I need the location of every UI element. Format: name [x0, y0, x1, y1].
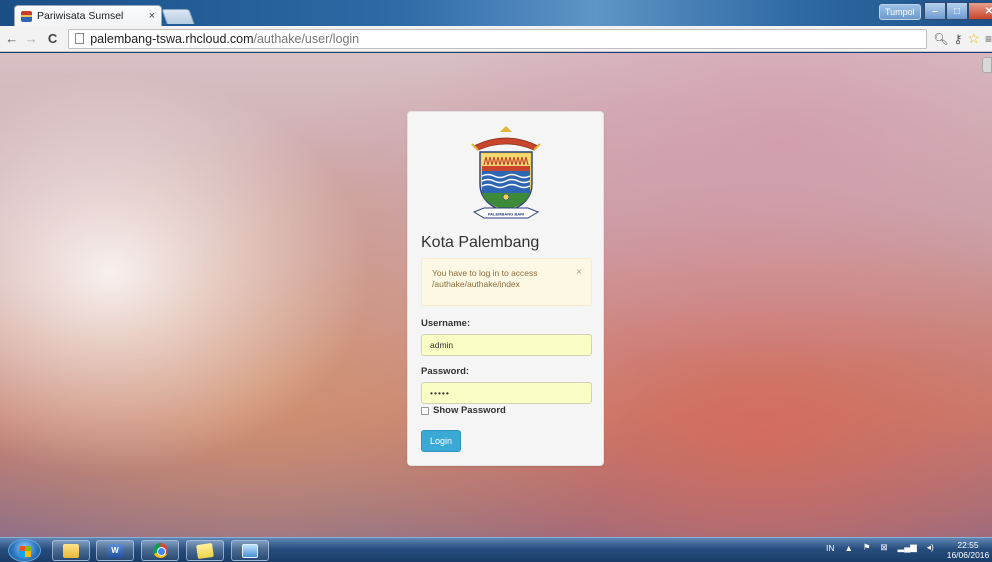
login-panel: PALEMBANG BARI Kota Palembang You have t…	[407, 111, 604, 466]
show-password-label: Show Password	[433, 405, 506, 416]
volume-icon[interactable]: ◂)	[927, 542, 934, 553]
clock-time: 22:55	[957, 540, 979, 550]
url-text: palembang-tswa.rhcloud.com/authake/user/…	[90, 32, 359, 46]
start-button[interactable]	[8, 539, 41, 562]
taskbar-sticky-notes[interactable]	[186, 540, 224, 561]
toolbar-icons: 🔍︎ ⚷ ☆ ≡	[933, 30, 992, 47]
clock-date: 16/06/2016	[946, 550, 990, 560]
profile-badge[interactable]: Tumpol	[879, 4, 921, 20]
browser-tab[interactable]: Pariwisata Sumsel ×	[14, 5, 162, 26]
network-error-icon[interactable]: ⊠	[881, 542, 888, 553]
zoom-icon[interactable]: 🔍︎	[933, 32, 948, 46]
signal-icon[interactable]: ▂▄▆	[898, 542, 917, 553]
site-favicon-icon	[21, 10, 32, 22]
username-input[interactable]	[421, 334, 592, 356]
word-icon: W	[107, 543, 123, 558]
reload-icon[interactable]: C	[45, 31, 60, 46]
warning-alert: You have to log in to access /authake/au…	[421, 258, 592, 306]
action-center-icon[interactable]: ⚑	[863, 542, 871, 553]
taskbar-word[interactable]: W	[96, 540, 134, 561]
login-button[interactable]: Login	[421, 430, 461, 452]
windows-taskbar: W IN ▲ ⚑ ⊠ ▂▄▆ ◂) 22:55 16/06/2016	[0, 537, 992, 562]
alert-close-icon[interactable]: ×	[576, 267, 582, 278]
back-arrow-icon[interactable]: ←	[4, 31, 19, 46]
tab-title: Pariwisata Sumsel	[37, 10, 124, 22]
windows-logo-icon	[19, 546, 31, 557]
minimize-button[interactable]: –	[924, 2, 946, 20]
password-input[interactable]	[421, 382, 592, 404]
scrollbar-handle[interactable]	[982, 57, 992, 73]
key-icon[interactable]: ⚷	[954, 32, 963, 46]
screen-icon	[242, 543, 258, 558]
url-host: palembang-tswa.rhcloud.com	[90, 31, 254, 46]
maximize-button[interactable]: □	[946, 2, 968, 20]
bookmark-star-icon[interactable]: ☆	[967, 30, 980, 47]
sticky-notes-icon	[196, 542, 214, 559]
window-controls: – □ ✕	[924, 2, 992, 20]
chrome-icon	[152, 543, 168, 558]
brand-title: Kota Palembang	[421, 234, 540, 251]
url-path: /authake/user/login	[253, 31, 360, 46]
system-tray: IN ▲ ⚑ ⊠ ▂▄▆ ◂)	[826, 542, 934, 553]
taskbar-chrome[interactable]	[141, 540, 179, 561]
taskbar-screen[interactable]	[231, 540, 269, 561]
password-label: Password:	[421, 366, 470, 377]
browser-toolbar: ← → C palembang-tswa.rhcloud.com/authake…	[0, 26, 992, 52]
close-window-button[interactable]: ✕	[968, 2, 992, 20]
taskbar-explorer[interactable]	[52, 540, 90, 561]
page-icon	[75, 33, 85, 44]
address-bar[interactable]: palembang-tswa.rhcloud.com/authake/user/…	[68, 28, 928, 49]
system-clock[interactable]: 22:55 16/06/2016	[946, 540, 990, 560]
tray-expand-icon[interactable]: ▲	[845, 543, 853, 553]
forward-arrow-icon[interactable]: →	[23, 31, 38, 46]
username-label: Username:	[421, 318, 471, 329]
palembang-emblem-logo: PALEMBANG BARI	[471, 126, 541, 219]
page-background: PALEMBANG BARI Kota Palembang You have t…	[0, 53, 992, 537]
show-password-checkbox[interactable]	[421, 406, 429, 415]
new-tab-button[interactable]	[161, 9, 195, 24]
folder-icon	[63, 543, 79, 558]
show-password-option[interactable]: Show Password	[421, 405, 506, 416]
alert-message: You have to log in to access /authake/au…	[432, 268, 538, 289]
logo-ribbon-text: PALEMBANG BARI	[488, 212, 524, 217]
tab-close-icon[interactable]: ×	[149, 10, 155, 22]
language-indicator[interactable]: IN	[826, 543, 835, 553]
browser-title-bar: Pariwisata Sumsel × Tumpol – □ ✕	[0, 0, 992, 26]
menu-icon[interactable]: ≡	[985, 32, 992, 46]
